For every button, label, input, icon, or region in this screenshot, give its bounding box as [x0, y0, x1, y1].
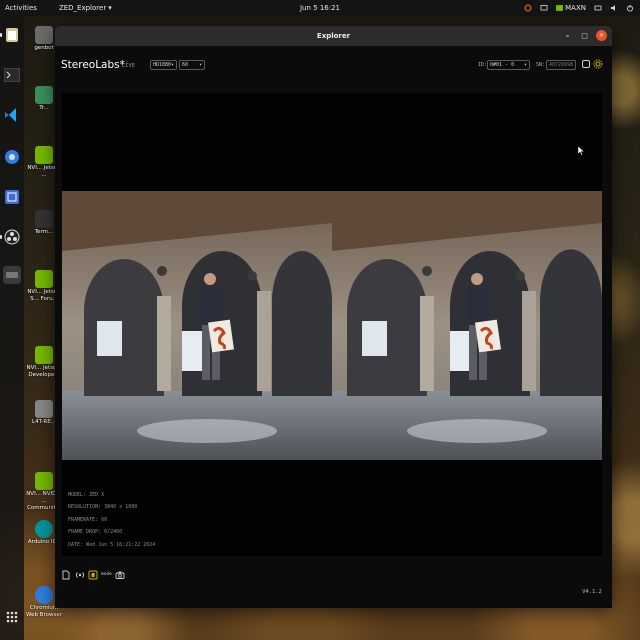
- screenshot-app-icon[interactable]: [3, 188, 21, 206]
- version-label: V4.1.2: [582, 589, 602, 595]
- stream-icon[interactable]: [75, 570, 85, 580]
- close-button[interactable]: ✕: [596, 30, 607, 41]
- nvidia-icon: [556, 5, 564, 11]
- metadata-frame-drop: FRAME DROP: 0/2460: [68, 529, 123, 536]
- arduino-icon: [35, 520, 53, 538]
- file-icon[interactable]: [61, 570, 71, 580]
- resolution-value: HD1080: [153, 62, 172, 68]
- power-mode-label: MAXN: [565, 4, 586, 12]
- obs-icon[interactable]: [0, 228, 21, 246]
- camera-id-label: ID:: [478, 62, 488, 68]
- clock[interactable]: Jun 5 16:21: [300, 4, 340, 12]
- metadata-model: MODEL: ZED X: [68, 492, 105, 498]
- system-tray[interactable]: MAXN: [524, 0, 634, 16]
- app-menu-label: ZED_Explorer: [58, 4, 107, 12]
- live-mode-label: LIVE: [122, 63, 136, 69]
- metadata-framerate: FRAMERATE: 60: [68, 516, 108, 523]
- minimize-button[interactable]: –: [562, 30, 573, 41]
- chevron-down-icon: ▾: [523, 62, 527, 68]
- explorer-toolbar: StereoLabs* LIVE HD1080 ▾ 60 ▾ ID: 0#01 …: [55, 46, 612, 82]
- chevron-down-icon: ▾: [108, 4, 112, 12]
- home-folder-icon: [35, 26, 53, 44]
- maximize-button[interactable]: □: [579, 30, 590, 41]
- stereo-image: [62, 191, 602, 460]
- network-icon[interactable]: [594, 4, 602, 12]
- document-icon: [35, 400, 53, 418]
- sensor-icon[interactable]: [88, 570, 98, 580]
- metadata-date: DATE: Wed Jun 5 16:21:22 2024: [68, 541, 156, 548]
- nvidia-icon: [35, 472, 53, 490]
- show-apps-icon[interactable]: [3, 608, 21, 626]
- fps-select[interactable]: 60 ▾: [179, 60, 205, 70]
- terminal-icon[interactable]: [3, 66, 21, 84]
- camera-icon[interactable]: [115, 570, 125, 580]
- power-mode-indicator[interactable]: MAXN: [556, 4, 586, 12]
- system-top-bar: Activities ZED_Explorer ▾ Jun 5 16:21 MA…: [0, 0, 640, 16]
- left-camera-frame: [62, 191, 332, 460]
- mode-toggle[interactable]: mode: [101, 572, 112, 577]
- record-icon[interactable]: [581, 59, 591, 69]
- explorer-window: Explorer – □ ✕ StereoLabs* LIVE HD1080 ▾…: [55, 26, 612, 608]
- zed-explorer-icon[interactable]: [3, 266, 21, 284]
- terminal-icon: [35, 210, 53, 228]
- camera-metadata: MODEL: ZED X RESOLUTION: 3840 x 1080 FRA…: [68, 489, 155, 551]
- sync-icon[interactable]: [524, 4, 532, 12]
- mouse-cursor-icon: [578, 146, 585, 156]
- serial-number-value: 40729998: [549, 62, 574, 68]
- dock: [0, 16, 24, 640]
- vscode-icon[interactable]: [3, 106, 21, 124]
- nvidia-icon: [35, 146, 53, 164]
- stereolabs-logo: StereoLabs*: [61, 59, 125, 71]
- power-icon[interactable]: [626, 4, 634, 12]
- chromium-icon: [35, 586, 53, 604]
- serial-number-field[interactable]: 40729998: [546, 60, 576, 70]
- camera-id-value: 0#01 - 0: [490, 62, 515, 68]
- resolution-select[interactable]: HD1080 ▾: [150, 60, 177, 70]
- nvidia-icon: [35, 346, 53, 364]
- fps-value: 60: [182, 62, 189, 68]
- right-camera-frame: [332, 191, 602, 460]
- bottom-toolbar: mode V4.1.2: [55, 564, 612, 608]
- window-title: Explorer: [316, 32, 351, 40]
- chevron-down-icon: ▾: [198, 62, 202, 68]
- app-menu[interactable]: ZED_Explorer ▾: [59, 4, 112, 12]
- window-titlebar[interactable]: Explorer – □ ✕: [55, 26, 612, 46]
- activities-button[interactable]: Activities: [5, 4, 37, 12]
- camera-id-select[interactable]: 0#01 - 0 ▾: [487, 60, 530, 70]
- screen-icon[interactable]: [540, 4, 548, 12]
- stereo-video-viewport[interactable]: MODEL: ZED X RESOLUTION: 3840 x 1080 FRA…: [62, 93, 602, 556]
- gear-icon[interactable]: [593, 59, 603, 69]
- nvidia-icon: [35, 270, 53, 288]
- metadata-resolution: RESOLUTION: 3840 x 1080: [68, 504, 138, 511]
- files-icon[interactable]: [0, 26, 21, 44]
- serial-number-label: SN:: [536, 62, 546, 68]
- volume-icon[interactable]: [610, 4, 618, 12]
- chromium-icon[interactable]: [3, 148, 21, 166]
- chevron-down-icon: ▾: [170, 62, 174, 68]
- trash-icon: [35, 86, 53, 104]
